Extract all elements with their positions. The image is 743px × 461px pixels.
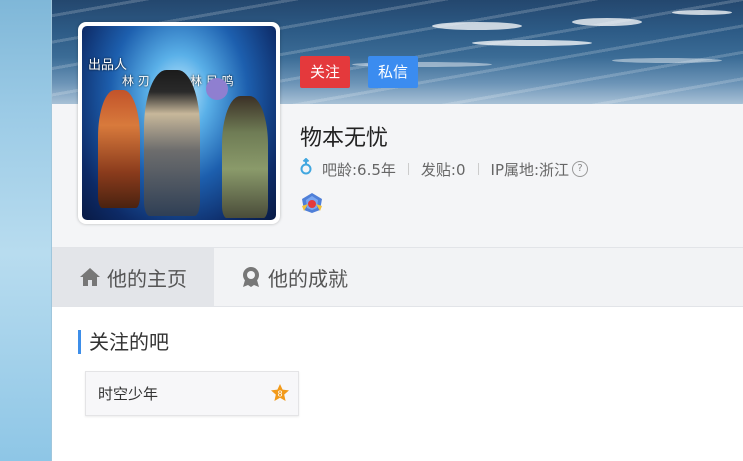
- post-count: 发贴:0: [420, 160, 466, 179]
- banner-wave: [612, 58, 722, 63]
- banner-wave: [572, 18, 642, 26]
- tab-home[interactable]: 他的主页: [52, 248, 214, 306]
- follow-button[interactable]: 关注: [300, 56, 351, 88]
- forum-level: 8: [277, 390, 282, 399]
- page-background-left: [0, 0, 52, 461]
- avatar[interactable]: 出品人 林 刃 林 目 鸣: [78, 22, 280, 224]
- help-icon[interactable]: ?: [572, 161, 589, 177]
- member-badge-icon[interactable]: [300, 192, 324, 214]
- avatar-figure: [144, 70, 200, 216]
- username: 物本无忧: [300, 126, 389, 151]
- avatar-figure: [206, 78, 228, 100]
- banner-wave: [472, 40, 592, 46]
- male-icon: [300, 157, 312, 181]
- home-icon: [79, 267, 101, 287]
- meta-divider: [477, 163, 479, 175]
- ip-location: IP属地:浙江: [490, 160, 570, 179]
- followed-forums-title: 关注的吧: [78, 330, 169, 354]
- banner-wave: [432, 22, 522, 30]
- forum-item[interactable]: 时空少年 8: [85, 371, 299, 416]
- avatar-caption: 林 刃: [122, 74, 150, 88]
- level-star-icon: 8: [270, 383, 290, 403]
- avatar-figure: [222, 96, 268, 218]
- tab-achievements-label: 他的成就: [268, 266, 348, 291]
- banner-wave: [672, 10, 732, 15]
- forum-age: 吧龄:6.5年: [322, 160, 396, 179]
- meta-divider: [407, 163, 409, 175]
- profile-panel: 出品人 林 刃 林 目 鸣 关注 私信 物本无忧 吧龄:6.5年 发贴:0 IP…: [52, 0, 743, 461]
- avatar-figure: [98, 90, 140, 208]
- tab-achievements[interactable]: 他的成就: [240, 248, 348, 306]
- avatar-image: 出品人 林 刃 林 目 鸣: [82, 26, 276, 220]
- profile-tabs: 他的主页 他的成就: [52, 247, 743, 307]
- tab-home-label: 他的主页: [107, 266, 187, 291]
- profile-meta: 吧龄:6.5年 发贴:0 IP属地:浙江 ?: [300, 157, 589, 181]
- achievement-icon: [240, 266, 262, 288]
- forum-name: 时空少年: [98, 385, 159, 403]
- avatar-caption: 出品人: [88, 58, 128, 73]
- message-button[interactable]: 私信: [368, 56, 419, 88]
